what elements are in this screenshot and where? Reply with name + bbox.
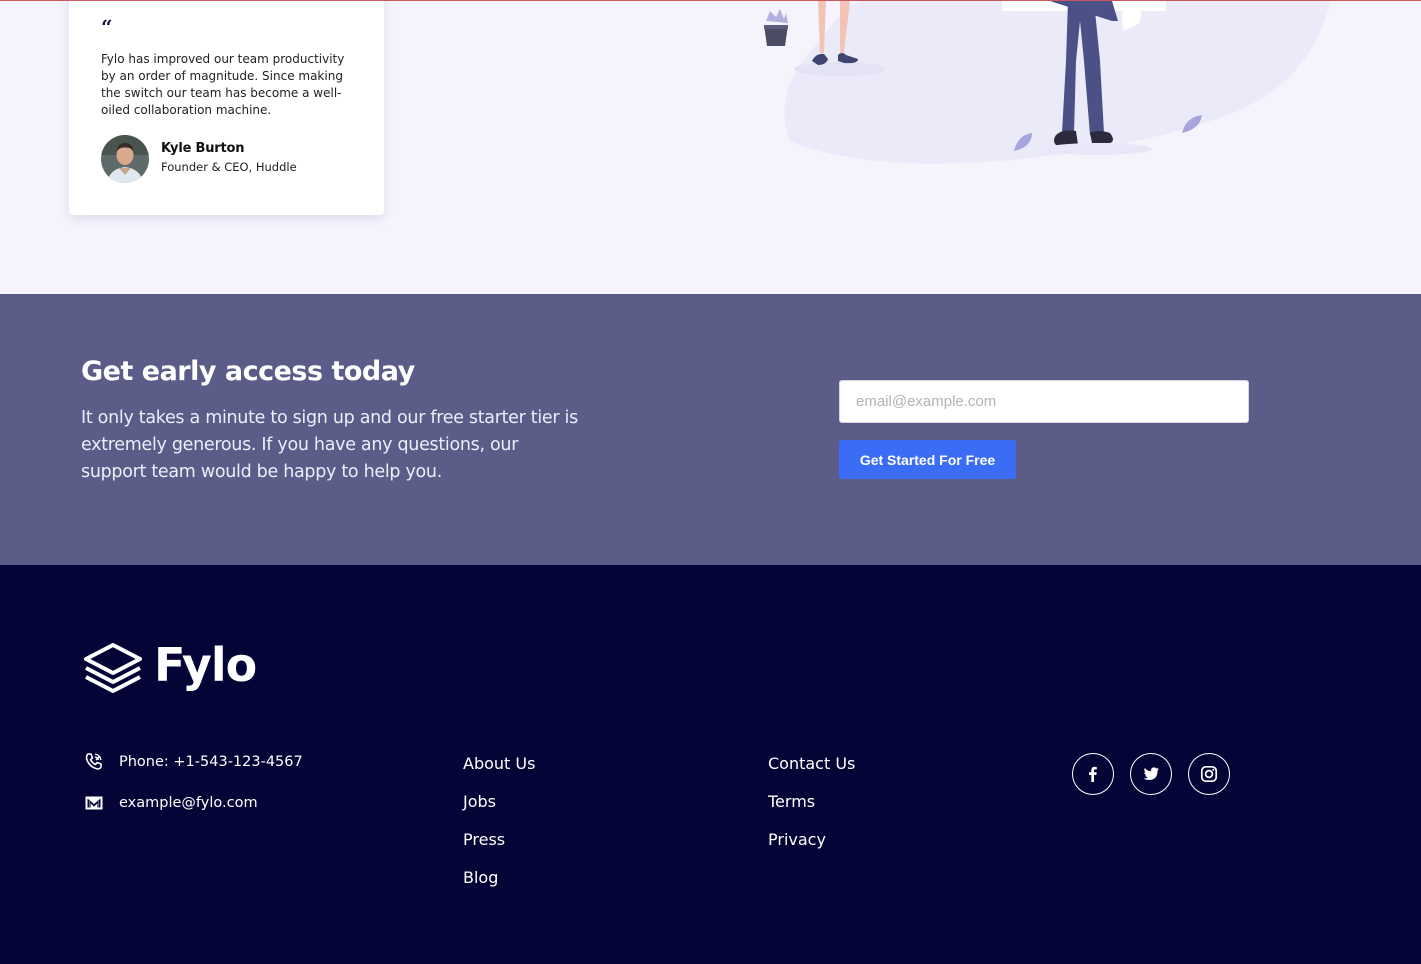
social-links	[1072, 753, 1246, 795]
phone-text: Phone: +1-543-123-4567	[119, 754, 303, 770]
avatar	[101, 135, 149, 183]
contact-phone: Phone: +1-543-123-4567	[84, 752, 303, 772]
instagram-icon	[1200, 765, 1218, 783]
mail-icon	[85, 796, 103, 810]
get-started-button[interactable]: Get Started For Free	[839, 440, 1016, 479]
footer-link-about[interactable]: About Us	[463, 753, 535, 791]
footer-link-blog[interactable]: Blog	[463, 867, 535, 905]
twitter-icon	[1143, 767, 1159, 780]
author-role: Founder & CEO, Huddle	[161, 160, 297, 174]
twitter-button[interactable]	[1130, 753, 1172, 795]
footer-link-jobs[interactable]: Jobs	[463, 791, 535, 829]
testimonial-card: “ Fylo has improved our team productivit…	[69, 1, 384, 215]
instagram-button[interactable]	[1188, 753, 1230, 795]
fylo-logo-icon	[84, 643, 142, 693]
facebook-icon	[1089, 766, 1097, 782]
testimonial-quote: Fylo has improved our team productivity …	[101, 52, 345, 117]
footer-links-company: About Us Jobs Press Blog	[463, 753, 535, 905]
cta-title: Get early access today	[81, 356, 415, 387]
early-access-section: Get early access today It only takes a m…	[0, 294, 1421, 565]
cta-description: It only takes a minute to sign up and ou…	[81, 408, 578, 482]
people-illustration	[764, 1, 1330, 164]
contact-email: example@fylo.com	[84, 793, 258, 813]
footer-logo[interactable]: Fylo	[84, 638, 257, 693]
email-input[interactable]	[839, 380, 1249, 423]
author-name: Kyle Burton	[161, 141, 245, 156]
footer-link-contact[interactable]: Contact Us	[768, 753, 855, 791]
phone-icon	[85, 753, 102, 770]
footer-link-press[interactable]: Press	[463, 829, 535, 867]
quote-mark: “	[101, 15, 113, 39]
footer-link-terms[interactable]: Terms	[768, 791, 855, 829]
testimonials-section: “ Fylo has improved our team productivit…	[0, 0, 1421, 294]
footer-links-legal: Contact Us Terms Privacy	[768, 753, 855, 867]
footer: Fylo Phone: +1-543-123-4567 example@fylo…	[0, 565, 1421, 964]
logo-text: Fylo	[154, 638, 257, 692]
avatar-photo-icon	[101, 135, 149, 183]
footer-link-privacy[interactable]: Privacy	[768, 829, 855, 867]
facebook-button[interactable]	[1072, 753, 1114, 795]
email-text[interactable]: example@fylo.com	[119, 795, 258, 811]
